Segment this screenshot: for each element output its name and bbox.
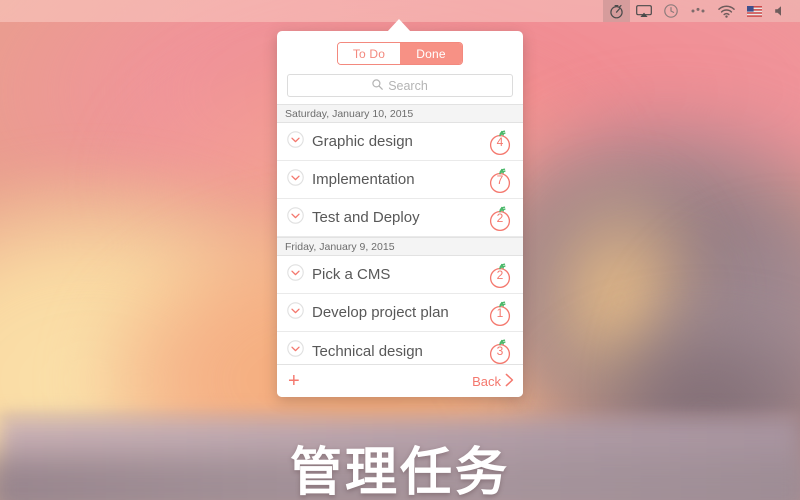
check-circle-icon[interactable] xyxy=(287,206,304,229)
pomodoro-count: 1 xyxy=(496,305,504,320)
chevron-right-icon xyxy=(505,373,514,390)
popover-bottom-bar: + Back xyxy=(277,364,523,397)
menu-item-airplay[interactable] xyxy=(630,0,658,22)
check-circle-icon[interactable] xyxy=(287,301,304,324)
pomodoro-count-icon: 3 xyxy=(488,337,514,364)
pomodoro-count: 2 xyxy=(496,210,504,225)
menu-item-bluetooth[interactable] xyxy=(684,0,712,22)
timer-icon xyxy=(609,4,624,19)
task-title: Graphic design xyxy=(312,133,413,150)
search-placeholder: Search xyxy=(388,78,428,93)
task-list: Saturday, January 10, 2015 Graphic desig… xyxy=(277,104,523,364)
table-row[interactable]: Pick a CMS 2 xyxy=(277,256,523,294)
pomodoro-count-icon: 7 xyxy=(488,166,514,194)
date-header: Saturday, January 10, 2015 xyxy=(277,104,523,123)
table-row[interactable]: Technical design 3 xyxy=(277,332,523,364)
search-icon xyxy=(372,77,384,95)
task-title: Test and Deploy xyxy=(312,209,420,226)
check-circle-icon[interactable] xyxy=(287,340,304,362)
menu-item-input-language[interactable] xyxy=(741,0,768,22)
task-title: Develop project plan xyxy=(312,304,449,321)
menu-item-volume[interactable] xyxy=(768,0,792,22)
tab-todo[interactable]: To Do xyxy=(338,43,400,64)
check-circle-icon[interactable] xyxy=(287,263,304,286)
table-row[interactable]: Develop project plan 1 xyxy=(277,294,523,332)
pomodoro-count: 7 xyxy=(496,172,504,187)
pomodoro-count-icon: 1 xyxy=(488,299,514,327)
date-header: Friday, January 9, 2015 xyxy=(277,237,523,256)
airplay-icon xyxy=(636,4,652,18)
back-button[interactable]: Back xyxy=(472,373,514,390)
search-input[interactable]: Search xyxy=(287,74,513,97)
task-title: Implementation xyxy=(312,171,415,188)
table-row[interactable]: Graphic design 4 xyxy=(277,123,523,161)
caption-text: 管理任务 xyxy=(289,443,510,500)
table-row[interactable]: Implementation 7 xyxy=(277,161,523,199)
check-circle-icon[interactable] xyxy=(287,168,304,191)
dots-icon xyxy=(690,6,706,16)
menu-item-wifi[interactable] xyxy=(712,0,741,22)
speaker-icon xyxy=(774,5,786,17)
clock-icon xyxy=(664,4,678,18)
pomodoro-count-icon: 2 xyxy=(488,261,514,289)
todo-popover: To Do Done Search Saturday, January 10, … xyxy=(277,31,523,397)
us-flag-icon xyxy=(747,5,762,17)
tab-done[interactable]: Done xyxy=(400,43,462,64)
pomodoro-count-icon: 2 xyxy=(488,204,514,232)
table-row[interactable]: Test and Deploy 2 xyxy=(277,199,523,237)
pomodoro-count-icon: 4 xyxy=(488,128,514,156)
segmented-control[interactable]: To Do Done xyxy=(337,42,463,65)
check-circle-icon[interactable] xyxy=(287,130,304,153)
popover-arrow xyxy=(387,19,411,32)
pomodoro-count: 4 xyxy=(496,134,504,149)
task-title: Pick a CMS xyxy=(312,266,391,283)
search-wrapper: Search xyxy=(277,74,523,104)
wifi-icon xyxy=(718,5,735,18)
task-title: Technical design xyxy=(312,342,423,360)
menu-item-pomodoro-timer[interactable] xyxy=(603,0,630,22)
add-task-button[interactable]: + xyxy=(288,371,300,391)
segmented-control-wrapper: To Do Done xyxy=(277,31,523,74)
back-label: Back xyxy=(472,373,501,389)
pomodoro-count: 3 xyxy=(496,344,504,358)
screen: To Do Done Search Saturday, January 10, … xyxy=(0,0,800,500)
menu-item-clock[interactable] xyxy=(658,0,684,22)
pomodoro-count: 2 xyxy=(496,267,504,282)
